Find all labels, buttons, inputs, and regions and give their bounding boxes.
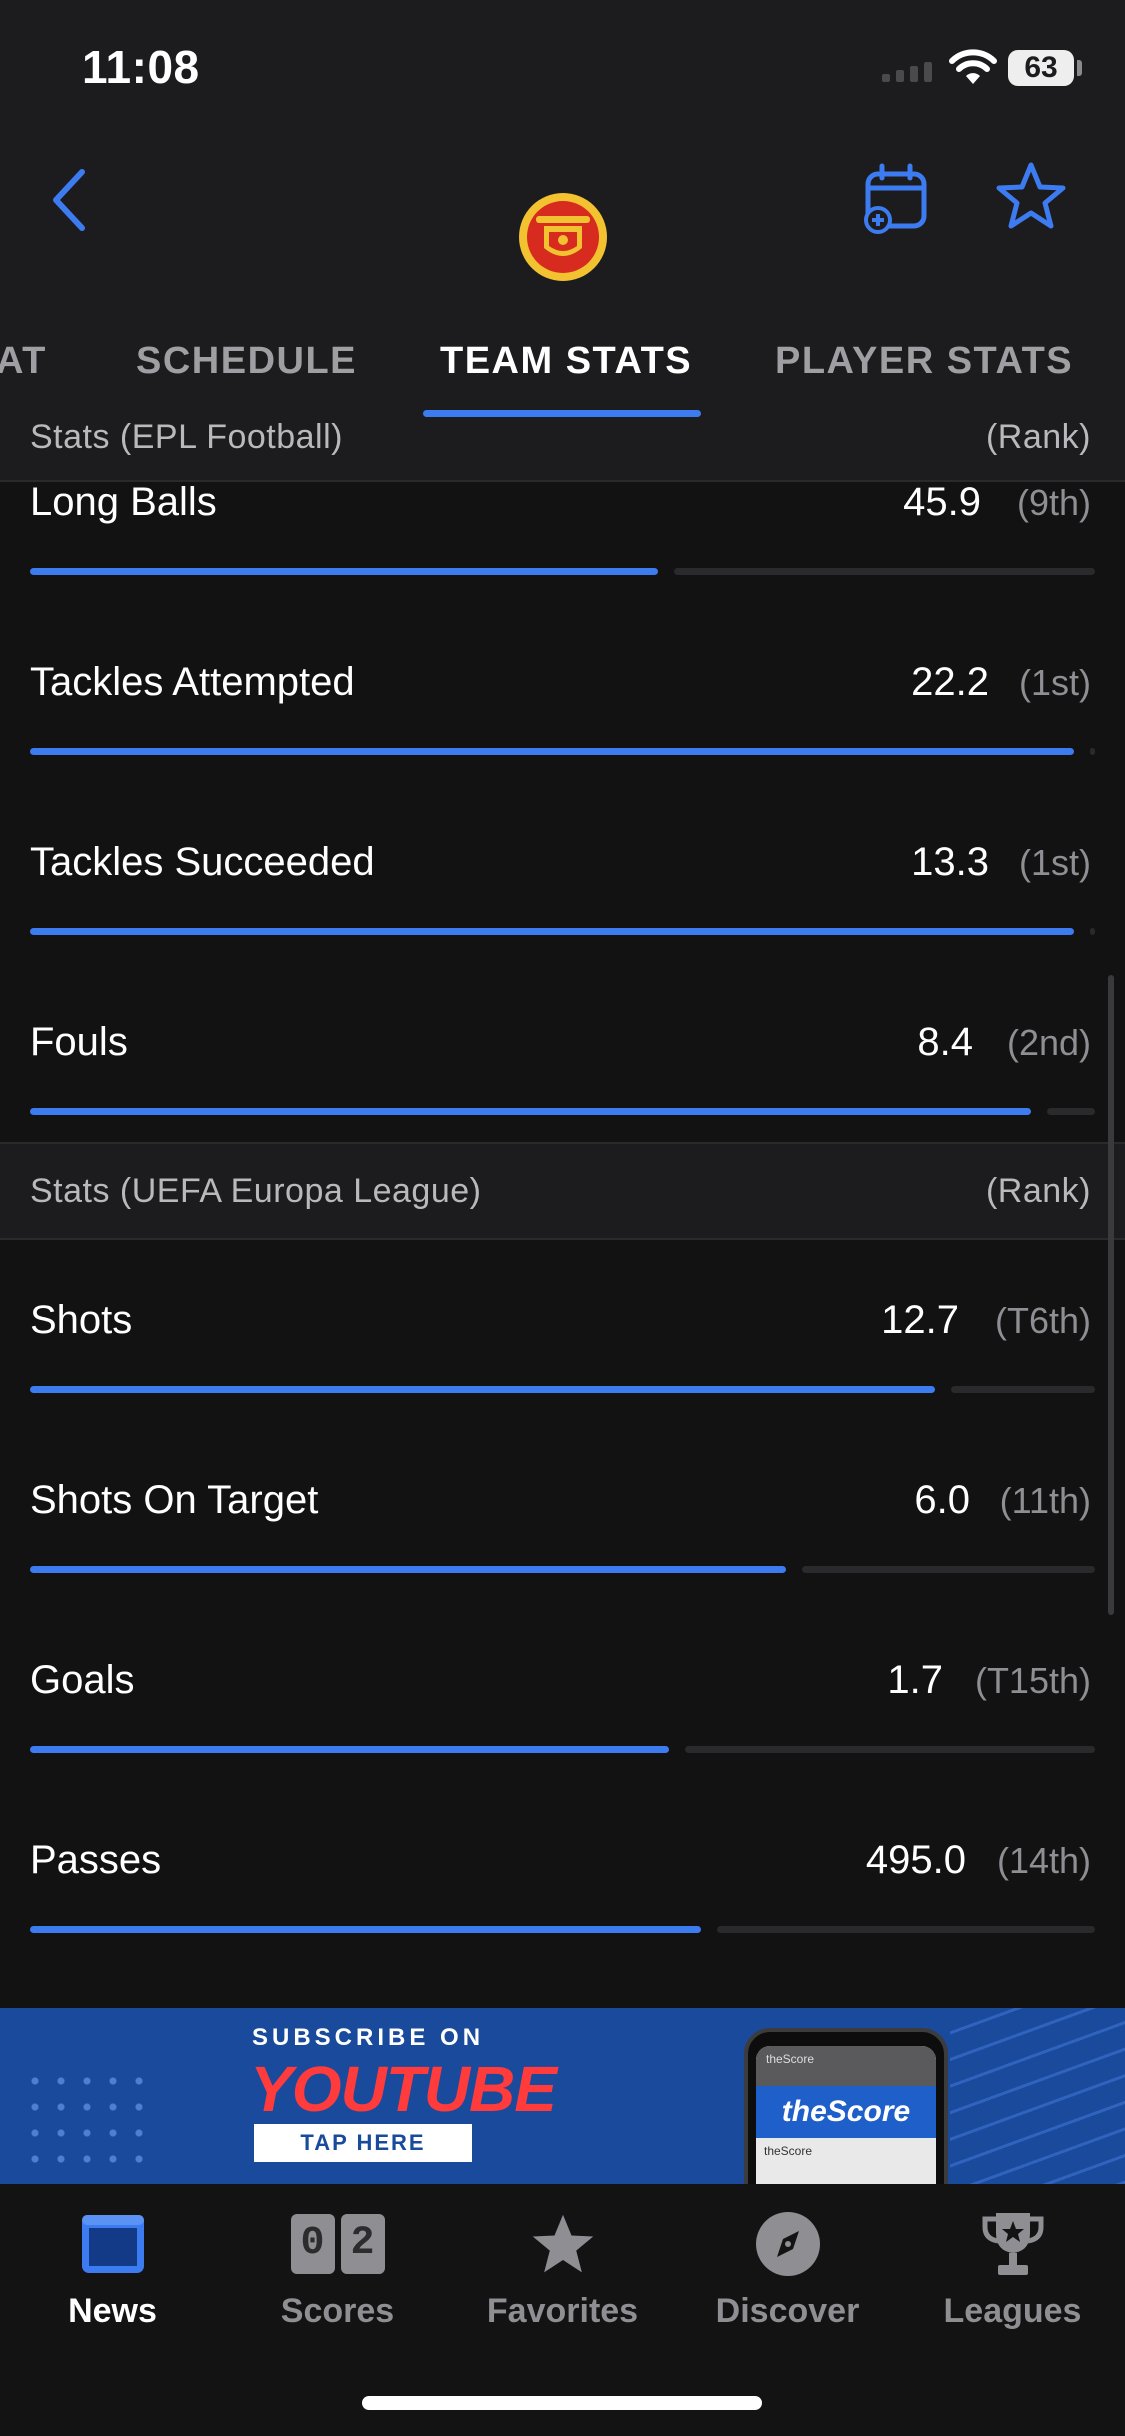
stat-value: 45.9 xyxy=(903,480,981,524)
section-title: Stats (EPL Football) xyxy=(30,418,343,456)
youtube-ad-banner[interactable]: SUBSCRIBE ON YOUTUBE TAP HERE theScore t… xyxy=(0,2008,1125,2184)
stat-bar-fill xyxy=(30,1746,669,1753)
stat-rank: (1st) xyxy=(1019,662,1091,703)
stat-bar-fill xyxy=(30,1108,1031,1115)
compass-icon xyxy=(675,2204,900,2284)
ad-phone-screen: theScore theScore theScore xyxy=(756,2046,936,2184)
stat-value: 495.0 xyxy=(865,1838,966,1882)
ad-phone-image: theScore theScore theScore xyxy=(744,2028,948,2184)
wifi-icon xyxy=(949,49,997,84)
home-indicator xyxy=(362,2396,762,2410)
tab-bar: AT SCHEDULE TEAM STATS PLAYER STATS xyxy=(0,330,1125,420)
stat-value: 8.4 xyxy=(917,1020,973,1064)
stat-bar-track xyxy=(1047,1108,1095,1115)
cellular-signal-icon xyxy=(882,62,932,82)
stat-rank: (1st) xyxy=(1019,842,1091,883)
stat-bar-fill xyxy=(30,928,1074,935)
star-filled-icon xyxy=(450,2204,675,2284)
tab-team-stats[interactable]: TEAM STATS xyxy=(440,340,692,383)
stat-row: Long Balls 45.9 (9th) xyxy=(0,480,1125,660)
stat-bar-fill xyxy=(30,1566,786,1573)
stat-row: Shots On Target 6.0 (11th) xyxy=(0,1478,1125,1658)
ad-stripe-pattern xyxy=(950,2008,1125,2184)
tab-stat[interactable]: AT xyxy=(0,340,47,383)
calendar-add-button[interactable] xyxy=(860,162,932,234)
stat-label: Tackles Succeeded xyxy=(30,840,375,884)
news-icon xyxy=(0,2204,225,2284)
nav-label: Favorites xyxy=(486,2292,639,2330)
stat-bar-track xyxy=(717,1926,1095,1933)
trophy-icon xyxy=(900,2204,1125,2284)
stat-bar-fill xyxy=(30,748,1074,755)
section-title: Stats (UEFA Europa League) xyxy=(30,1172,482,1210)
ad-dot-pattern xyxy=(22,2068,152,2172)
stat-rank: (14th) xyxy=(996,1840,1091,1881)
stat-value: 22.2 xyxy=(911,660,989,704)
stat-value: 6.0 xyxy=(914,1478,970,1522)
nav-leagues[interactable]: Leagues xyxy=(900,2204,1125,2331)
section-rank-label: (Rank) xyxy=(985,1172,1091,1210)
stat-value: 1.7 xyxy=(887,1658,943,1702)
stat-label: Fouls xyxy=(30,1020,128,1064)
stat-label: Shots On Target xyxy=(30,1478,319,1522)
stat-label: Tackles Attempted xyxy=(30,660,355,704)
ad-youtube-text: YOUTUBE xyxy=(250,2053,557,2125)
section-rank-label: (Rank) xyxy=(985,418,1091,456)
nav-label: Discover xyxy=(715,2292,860,2330)
stat-rank: (T15th) xyxy=(974,1660,1091,1701)
scores-icon: 02 xyxy=(225,2204,450,2284)
stat-value: 13.3 xyxy=(911,840,989,884)
active-tab-indicator xyxy=(423,410,701,417)
stat-rank: (T6th) xyxy=(994,1300,1091,1341)
favorite-star-button[interactable] xyxy=(995,160,1067,232)
section-header-uefa: Stats (UEFA Europa League) (Rank) xyxy=(0,1142,1125,1240)
status-bar: 11:08 63 xyxy=(0,0,1125,140)
stat-row: Goals 1.7 (T15th) xyxy=(0,1658,1125,1838)
nav-favorites[interactable]: Favorites xyxy=(450,2204,675,2331)
score-digit: 2 xyxy=(340,2214,385,2274)
stat-label: Passes xyxy=(30,1838,162,1882)
nav-label: News xyxy=(68,2292,157,2330)
battery-icon: 63 xyxy=(1008,50,1074,86)
stat-rank: (2nd) xyxy=(1006,1022,1091,1063)
stat-bar-track xyxy=(1090,928,1095,935)
stat-bar-fill xyxy=(30,1386,935,1393)
ad-phone-channel: theScore xyxy=(764,2144,813,2158)
nav-label: Scores xyxy=(280,2292,395,2330)
tab-player-stats[interactable]: PLAYER STATS xyxy=(775,340,1073,383)
stat-bar-fill xyxy=(30,1926,701,1933)
ad-tap-here-button[interactable]: TAP HERE xyxy=(254,2124,472,2162)
nav-label: Leagues xyxy=(943,2292,1082,2330)
stat-label: Long Balls xyxy=(30,480,217,524)
stat-rank: (9th) xyxy=(1016,482,1091,523)
tab-schedule[interactable]: SCHEDULE xyxy=(136,340,357,383)
stat-row: Tackles Succeeded 13.3 (1st) xyxy=(0,840,1125,1020)
score-digit: 0 xyxy=(290,2214,335,2274)
battery-tip xyxy=(1077,60,1082,76)
stat-rank: (11th) xyxy=(999,1480,1091,1521)
nav-discover[interactable]: Discover xyxy=(675,2204,900,2331)
nav-news[interactable]: News xyxy=(0,2204,225,2331)
stat-row: Tackles Attempted 22.2 (1st) xyxy=(0,660,1125,840)
back-button[interactable] xyxy=(40,160,100,240)
scroll-indicator[interactable] xyxy=(1108,975,1114,1615)
stat-row: Shots 12.7 (T6th) xyxy=(0,1298,1125,1478)
team-crest-icon xyxy=(519,193,607,281)
ad-brand-logo: theScore xyxy=(756,2086,936,2138)
stat-value: 12.7 xyxy=(881,1298,959,1342)
section-header-epl: Stats (EPL Football) (Rank) xyxy=(0,418,1125,482)
ad-phone-header: theScore xyxy=(756,2046,936,2086)
nav-scores[interactable]: 02 Scores xyxy=(225,2204,450,2331)
stat-label: Goals xyxy=(30,1658,135,1702)
stat-bar-track xyxy=(1090,748,1095,755)
stat-bar-track xyxy=(802,1566,1095,1573)
status-time: 11:08 xyxy=(82,41,200,93)
stat-bar-track xyxy=(685,1746,1095,1753)
stat-row: Passes 495.0 (14th) xyxy=(0,1838,1125,2018)
stat-label: Shots xyxy=(30,1298,133,1342)
stat-bar-track xyxy=(674,568,1095,575)
ad-subscribe-text: SUBSCRIBE ON xyxy=(252,2024,485,2051)
stat-bar-track xyxy=(951,1386,1095,1393)
stat-bar-fill xyxy=(30,568,658,575)
